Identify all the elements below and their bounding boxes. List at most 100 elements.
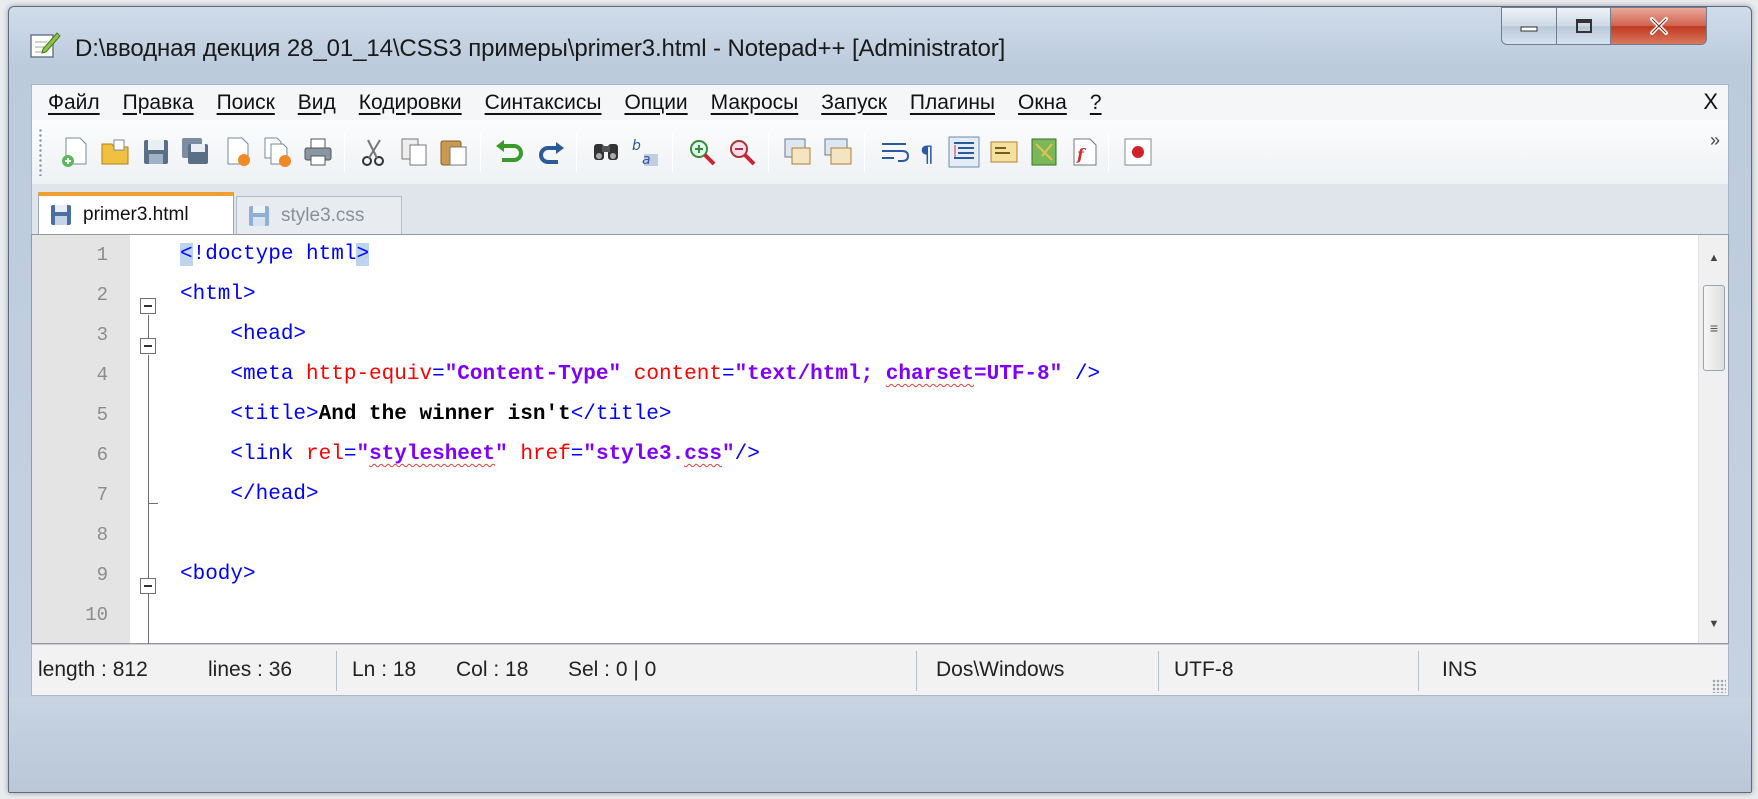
paste-icon[interactable] — [438, 136, 470, 168]
word-wrap-icon[interactable] — [878, 136, 910, 168]
cut-icon[interactable] — [358, 136, 390, 168]
user-language-icon[interactable] — [988, 136, 1020, 168]
zoom-out-icon[interactable] — [726, 136, 758, 168]
scroll-down-button[interactable]: ▼ — [1699, 609, 1729, 639]
menu-search[interactable]: Поиск — [217, 91, 275, 115]
record-macro-icon[interactable] — [1122, 136, 1154, 168]
window-controls — [1501, 7, 1707, 49]
saved-file-icon — [51, 205, 71, 225]
save-all-icon[interactable] — [180, 136, 212, 168]
print-icon[interactable] — [302, 136, 334, 168]
code-line-4: 4 <meta http-equiv="Content-Type" conten… — [32, 355, 1482, 395]
find-icon[interactable] — [590, 136, 622, 168]
notepadpp-window: D:\вводная декция 28_01_14\CSS3 примеры\… — [8, 6, 1752, 793]
status-encoding[interactable]: UTF-8 — [1168, 645, 1234, 695]
toolbar-separator — [864, 132, 865, 172]
maximize-icon — [1575, 19, 1592, 33]
code-editor[interactable]: 1 <!doctype html> 2 <html> 3 <head> 4 <m… — [31, 234, 1729, 645]
code-line-3: 3 <head> — [32, 315, 1482, 355]
menu-settings[interactable]: Опции — [624, 91, 687, 115]
tab-bar: primer3.html style3.css — [31, 184, 1729, 234]
menu-help[interactable]: ? — [1090, 91, 1102, 115]
doc-map-icon[interactable] — [1028, 136, 1060, 168]
menu-file[interactable]: Файл — [48, 91, 100, 115]
code-text: <meta http-equiv="Content-Type" content=… — [230, 363, 1101, 386]
open-file-icon[interactable] — [100, 136, 132, 168]
maximize-button[interactable] — [1557, 7, 1611, 45]
code-line-8: 8 — [32, 515, 1482, 555]
code-text: <!doctype html> — [180, 243, 370, 266]
code-line-2: 2 <html> — [32, 275, 1482, 315]
code-line-6: 6 <link rel="stylesheet" href="style3.cs… — [32, 435, 1482, 475]
vertical-scrollbar[interactable]: ▲ ≡ ▼ — [1698, 235, 1728, 643]
scroll-thumb[interactable]: ≡ — [1703, 285, 1725, 371]
code-line-1: 1 <!doctype html> — [32, 235, 1482, 275]
save-icon[interactable] — [140, 136, 172, 168]
toolbar-overflow-button[interactable]: » — [1710, 130, 1720, 151]
close-icon — [1649, 17, 1668, 35]
arrow-down-icon: ▼ — [1708, 618, 1720, 630]
tab-style3-css[interactable]: style3.css — [236, 196, 402, 234]
status-separator — [336, 651, 337, 691]
tab-primer3-html[interactable]: primer3.html — [38, 192, 234, 234]
status-insert-mode[interactable]: INS — [1436, 645, 1477, 695]
code-text: <link rel="stylesheet" href="style3.css"… — [230, 443, 760, 466]
status-column: Col : 18 — [456, 658, 529, 681]
zoom-in-icon[interactable] — [686, 136, 718, 168]
toolbar-separator — [344, 132, 345, 172]
line-number: 6 — [96, 444, 108, 466]
menu-run[interactable]: Запуск — [821, 91, 887, 115]
status-separator — [1158, 651, 1159, 691]
undo-icon[interactable] — [494, 136, 526, 168]
toolbar-separator — [480, 132, 481, 172]
saved-file-icon — [249, 205, 269, 226]
status-selection: Sel : 0 | 0 — [568, 658, 657, 681]
close-file-icon[interactable] — [222, 136, 254, 168]
tab-label: style3.css — [281, 204, 365, 226]
redo-icon[interactable] — [534, 136, 566, 168]
scroll-up-button[interactable]: ▲ — [1699, 243, 1729, 273]
menu-view[interactable]: Вид — [298, 91, 336, 115]
new-file-icon[interactable] — [60, 136, 92, 168]
toolbar-grip[interactable] — [38, 128, 43, 176]
svg-text:¶: ¶ — [920, 143, 934, 168]
title-bar[interactable]: D:\вводная декция 28_01_14\CSS3 примеры\… — [9, 7, 1751, 81]
status-line-number: Ln : 18 — [352, 658, 417, 681]
menu-macro[interactable]: Макросы — [711, 91, 799, 115]
status-separator — [916, 651, 917, 691]
minimize-button[interactable] — [1501, 7, 1557, 45]
resize-grip-icon[interactable] — [1712, 679, 1726, 693]
code-text: <title>And the winner isn't</title> — [230, 403, 672, 426]
sync-horizontal-icon[interactable] — [822, 136, 854, 168]
svg-text:b: b — [632, 138, 641, 154]
menu-window[interactable]: Окна — [1018, 91, 1067, 115]
sync-vertical-icon[interactable] — [782, 136, 814, 168]
code-line-9: 9 <body> — [32, 555, 1482, 595]
menu-language[interactable]: Синтаксисы — [485, 91, 602, 115]
status-eol-format[interactable]: Dos\Windows — [930, 645, 1064, 695]
code-text: </head> — [230, 483, 319, 506]
menu-plugins[interactable]: Плагины — [910, 91, 995, 115]
close-all-icon[interactable] — [262, 136, 294, 168]
show-all-chars-icon[interactable]: ¶ — [912, 136, 944, 168]
line-number: 8 — [96, 524, 108, 546]
toolbar-separator — [1108, 132, 1109, 172]
indent-guide-icon[interactable] — [948, 136, 980, 168]
toolbar: ba ¶ f » — [31, 120, 1729, 184]
menu-edit[interactable]: Правка — [123, 91, 194, 115]
menu-encoding[interactable]: Кодировки — [359, 91, 462, 115]
toolbar-separator — [768, 132, 769, 172]
minimize-icon — [1520, 26, 1538, 32]
line-number: 3 — [96, 324, 108, 346]
close-window-button[interactable] — [1611, 7, 1707, 45]
line-number: 4 — [96, 364, 108, 386]
code-line-5: 5 <title>And the winner isn't</title> — [32, 395, 1482, 435]
close-document-button[interactable]: X — [1703, 89, 1718, 115]
replace-icon[interactable]: ba — [630, 136, 662, 168]
line-number: 9 — [96, 564, 108, 586]
function-list-icon[interactable]: f — [1068, 136, 1100, 168]
menu-bar: Файл Правка Поиск Вид Кодировки Синтакси… — [31, 84, 1729, 120]
copy-icon[interactable] — [398, 136, 430, 168]
grip-lines-icon: ≡ — [1709, 320, 1719, 336]
notepadpp-app-icon[interactable] — [29, 29, 61, 59]
